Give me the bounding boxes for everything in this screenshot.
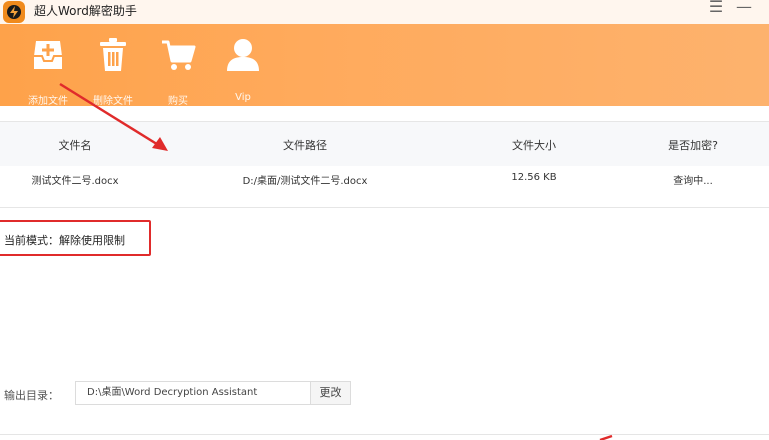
annotation-arrow [59,82,613,440]
annotation-arrow-tail [599,434,613,440]
